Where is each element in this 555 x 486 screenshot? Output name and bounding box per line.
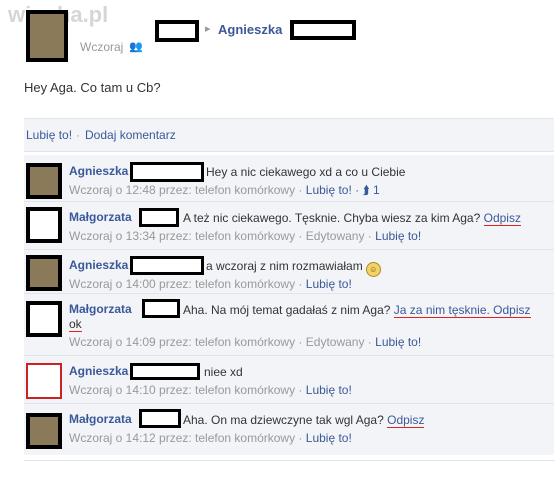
- comment-meta: Wczoraj o 12:48 przez: telefon komórkowy…: [69, 183, 380, 198]
- comment-meta: Wczoraj o 13:34 przez: telefon komórkowy…: [69, 229, 421, 243]
- comment-text-body: a wczoraj z nim rozmawiałam: [206, 259, 363, 273]
- reply-link-continued[interactable]: ok: [69, 317, 82, 332]
- like-comment-link[interactable]: Lubię to!: [306, 431, 352, 445]
- comment-timestamp: Wczoraj o 13:34 przez: telefon komórkowy…: [69, 229, 372, 243]
- post-arrow: ▸: [205, 23, 211, 35]
- comments-bottom-border: [24, 460, 555, 461]
- surname-redaction: [130, 256, 204, 275]
- comment-text: A też nic ciekawego. Tęsknie. Chyba wies…: [183, 211, 521, 226]
- comment-avatar[interactable]: [26, 363, 62, 399]
- comment-avatar[interactable]: [26, 413, 62, 449]
- comment-timestamp: Wczoraj o 14:10 przez: telefon komórkowy…: [69, 383, 303, 397]
- comment-item: Agnieszka niee xd Wczoraj o 14:10 przez:…: [24, 355, 554, 404]
- comment-text-body: A też nic ciekawego. Tęsknie. Chyba wies…: [183, 211, 481, 225]
- reply-link[interactable]: Odpisz: [387, 413, 425, 428]
- action-separator: ·: [76, 128, 80, 142]
- comment-timestamp: Wczoraj o 14:00 przez: telefon komórkowy…: [69, 277, 303, 291]
- comment-text: Aha. On ma dziewczyne tak wgl Aga? Odpis…: [183, 413, 425, 428]
- comment-author[interactable]: Małgorzata: [69, 210, 132, 224]
- comment-timestamp: Wczoraj o 14:09 przez: telefon komórkowy…: [69, 335, 372, 349]
- comment-avatar[interactable]: [26, 255, 62, 291]
- comment-avatar[interactable]: [26, 207, 62, 243]
- surname-redaction: [142, 299, 180, 318]
- comment-text: Hey a nic ciekawego xd a co u Ciebie: [206, 165, 406, 179]
- comment-text: a wczoraj z nim rozmawiałam ☺: [206, 259, 381, 277]
- comment-timestamp: Wczoraj o 14:12 przez: telefon komórkowy…: [69, 431, 303, 445]
- surname-redaction: [139, 208, 179, 227]
- poster-avatar-redaction: [26, 10, 68, 62]
- like-comment-link[interactable]: Lubię to!: [306, 183, 352, 197]
- comments-list: Agnieszka Hey a nic ciekawego xd a co u …: [24, 155, 554, 455]
- comment-meta: Wczoraj o 14:09 przez: telefon komórkowy…: [69, 335, 421, 349]
- poster-name-redaction: [155, 20, 199, 42]
- comment-item: Agnieszka a wczoraj z nim rozmawiałam ☺ W…: [24, 249, 554, 294]
- post-text: Hey Aga. Co tam u Cb?: [24, 80, 161, 95]
- surname-redaction: [130, 363, 200, 380]
- comment-author[interactable]: Agnieszka: [69, 258, 128, 272]
- like-post-link[interactable]: Lubię to!: [26, 128, 72, 142]
- post-action-bar: Lubię to! · Dodaj komentarz: [24, 118, 554, 152]
- audience-icon: 👥: [129, 41, 143, 53]
- comment-text: Aha. Na mój temat gadałaś z nim Aga? Ja …: [183, 303, 531, 318]
- comment-text-body: Aha. On ma dziewczyne tak wgl Aga?: [183, 413, 384, 427]
- comment-timestamp: Wczoraj o 12:48 przez: telefon komórkowy…: [69, 183, 303, 197]
- surname-redaction: [139, 409, 181, 428]
- comment-meta: Wczoraj o 14:10 przez: telefon komórkowy…: [69, 383, 352, 397]
- comment-item: Małgorzata A też nic ciekawego. Tęsknie.…: [24, 201, 554, 250]
- like-comment-link[interactable]: Lubię to!: [375, 335, 421, 349]
- comment-text: niee xd: [204, 365, 243, 379]
- comment-author[interactable]: Małgorzata: [69, 302, 132, 316]
- comment-item: Małgorzata Aha. On ma dziewczyne tak wgl…: [24, 403, 554, 455]
- post-target-name[interactable]: Agnieszka: [218, 22, 282, 37]
- surname-redaction: [130, 162, 204, 182]
- smiley-emoji-icon: ☺: [365, 262, 381, 277]
- post-timestamp[interactable]: Wczoraj: [80, 40, 123, 54]
- comment-meta: Wczoraj o 14:00 przez: telefon komórkowy…: [69, 277, 352, 291]
- comment-author[interactable]: Małgorzata: [69, 412, 132, 426]
- like-count[interactable]: · ⮭ 1: [355, 183, 379, 197]
- comment-text-body: Aha. Na mój temat gadałaś z nim Aga?: [183, 303, 391, 317]
- reply-link[interactable]: Ja za nim tęsknie. Odpisz: [393, 303, 531, 318]
- comment-avatar[interactable]: [26, 301, 62, 337]
- like-comment-link[interactable]: Lubię to!: [306, 277, 352, 291]
- add-comment-link[interactable]: Dodaj komentarz: [85, 128, 176, 142]
- comment-meta: Wczoraj o 14:12 przez: telefon komórkowy…: [69, 431, 352, 445]
- comment-author[interactable]: Agnieszka: [69, 364, 128, 378]
- like-comment-link[interactable]: Lubię to!: [306, 383, 352, 397]
- comment-avatar[interactable]: [26, 163, 62, 199]
- comment-item: Małgorzata Aha. Na mój temat gadałaś z n…: [24, 293, 554, 356]
- comment-item: Agnieszka Hey a nic ciekawego xd a co u …: [24, 155, 554, 202]
- reply-link[interactable]: Odpisz: [483, 211, 521, 226]
- like-comment-link[interactable]: Lubię to!: [375, 229, 421, 243]
- target-surname-redaction: [290, 20, 356, 40]
- comment-author[interactable]: Agnieszka: [69, 164, 128, 178]
